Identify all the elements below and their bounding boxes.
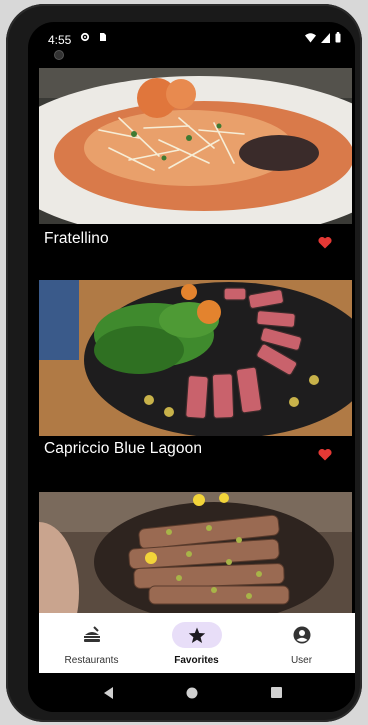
settings-gear-icon (80, 32, 90, 42)
sliced-steak-pistachio-photo (39, 492, 352, 613)
nav-item-restaurants[interactable]: Restaurants (39, 613, 144, 673)
status-right-icons (305, 32, 341, 43)
nav-icon-container-active (171, 622, 222, 648)
restaurant-icon (83, 626, 100, 642)
restaurant-card[interactable] (39, 492, 352, 613)
bottom-navigation-bar: Restaurants Favorites User (39, 613, 355, 673)
nav-label: Restaurants (64, 655, 119, 666)
nav-label: Favorites (174, 655, 219, 666)
battery-icon (335, 32, 341, 43)
recents-icon[interactable] (271, 687, 282, 698)
restaurant-name: Capriccio Blue Lagoon (44, 440, 203, 457)
seared-tuna-salad-photo (39, 280, 352, 436)
app-screen: 4:55 Fratellino Capriccio Blue Lagoon Re… (28, 22, 355, 712)
nav-icon-container (277, 622, 327, 648)
pasta-dish-photo (39, 68, 352, 224)
sim-card-icon (100, 33, 106, 41)
home-icon[interactable] (186, 687, 198, 699)
status-time: 4:55 (48, 33, 72, 47)
nav-icon-container (67, 622, 117, 648)
nav-label: User (290, 655, 313, 666)
phone-frame: 4:55 Fratellino Capriccio Blue Lagoon Re… (6, 4, 362, 722)
account-circle-icon (293, 626, 310, 644)
favorite-heart-icon[interactable] (318, 236, 332, 249)
nav-item-user[interactable]: User (249, 613, 354, 673)
wifi-icon (305, 32, 316, 42)
star-icon (188, 627, 205, 643)
status-bar: 4:55 (28, 22, 355, 66)
restaurant-name: Fratellino (44, 230, 109, 247)
cell-signal-icon (321, 32, 330, 43)
back-icon[interactable] (104, 687, 114, 699)
favorite-heart-icon[interactable] (318, 448, 332, 461)
front-camera (54, 50, 64, 60)
nav-item-favorites[interactable]: Favorites (144, 613, 249, 673)
restaurant-card[interactable]: Capriccio Blue Lagoon (39, 280, 352, 461)
system-navigation-bar (28, 673, 355, 712)
favorites-list[interactable]: Fratellino Capriccio Blue Lagoon (28, 68, 355, 613)
restaurant-card[interactable]: Fratellino (39, 68, 352, 249)
